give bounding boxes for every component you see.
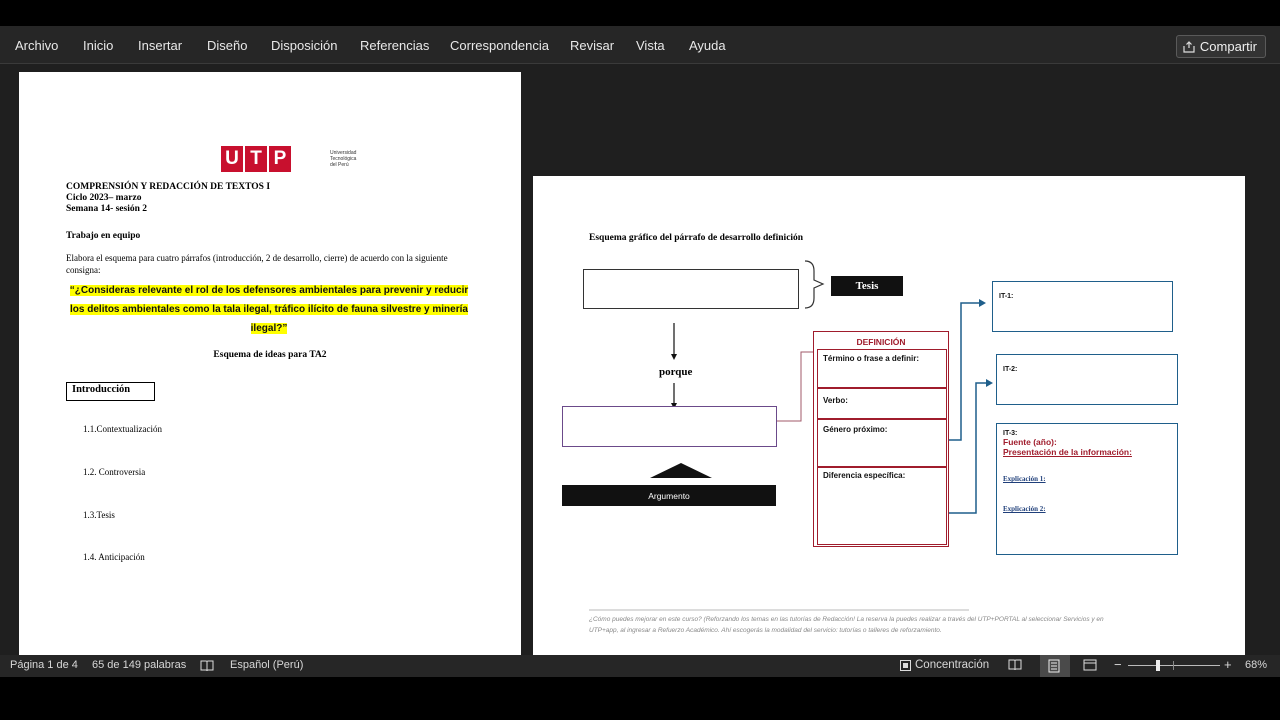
definition-row-label: Diferencia específica: [823, 471, 906, 480]
print-layout-button[interactable] [1040, 655, 1070, 677]
question-line: los delitos ambientales como la tala ile… [70, 304, 468, 315]
zoom-out-button[interactable]: − [1114, 657, 1122, 672]
page-count[interactable]: Página 1 de 4 [10, 659, 78, 671]
definition-row-label: Verbo: [823, 396, 848, 405]
menu-inicio[interactable]: Inicio [83, 38, 113, 53]
logo-letter-p: P [269, 146, 291, 172]
menu-ayuda[interactable]: Ayuda [689, 38, 726, 53]
it3-label: IT-3: [1003, 430, 1018, 437]
zoom-in-button[interactable]: + [1224, 657, 1232, 672]
ribbon-menu-bar: Archivo Inicio Insertar Diseño Disposici… [0, 26, 1280, 64]
course-cycle: Ciclo 2023– marzo [66, 193, 142, 203]
it2-label: IT-2: [1003, 366, 1018, 373]
presentacion-label: Presentación de la información: [1003, 447, 1132, 457]
outline-item: 1.2. Controversia [83, 467, 146, 477]
menu-correspondencia[interactable]: Correspondencia [450, 38, 549, 53]
document-page-2[interactable]: Esquema gráfico del párrafo de desarroll… [533, 176, 1245, 655]
document-page-1[interactable]: U T P Universidad Tecnológica del Perú C… [19, 72, 521, 655]
footnote-line: UTP+app, al ingresar a Refuerzo Académic… [589, 627, 942, 634]
argument-input-box[interactable] [562, 406, 777, 447]
intro-heading: Introducción [66, 382, 155, 401]
book-icon[interactable] [200, 659, 214, 672]
it2-box[interactable]: IT-2: [996, 354, 1178, 405]
work-label: Trabajo en equipo [66, 231, 141, 241]
menu-insertar[interactable]: Insertar [138, 38, 182, 53]
instruction-text: Elabora el esquema para cuatro párrafos … [66, 252, 476, 276]
instruction-line: Elabora el esquema para cuatro párrafos … [66, 253, 448, 263]
fuente-label: Fuente (año): [1003, 437, 1057, 447]
porque-label: porque [659, 366, 693, 378]
zoom-slider-center-tick [1173, 661, 1174, 670]
web-layout-icon[interactable] [1083, 658, 1097, 672]
it1-box[interactable]: IT-1: [992, 281, 1173, 332]
course-title: COMPRENSIÓN Y REDACCIÓN DE TEXTOS I [66, 182, 271, 192]
menu-archivo[interactable]: Archivo [15, 38, 58, 53]
definition-row[interactable]: Género próximo: [817, 419, 947, 467]
read-mode-icon[interactable] [1008, 658, 1022, 672]
definition-title: DEFINICIÓN [856, 337, 906, 347]
utp-logo: U T P Universidad Tecnológica del Perú [221, 146, 356, 172]
menu-vista[interactable]: Vista [636, 38, 665, 53]
argumento-label: Argumento [562, 485, 776, 506]
course-week: Semana 14- sesión 2 [66, 204, 148, 214]
share-button[interactable]: Compartir [1175, 35, 1266, 58]
explicacion-2-label: Explicación 2: [1003, 505, 1046, 513]
it1-label: IT-1: [999, 293, 1014, 300]
menu-revisar[interactable]: Revisar [570, 38, 614, 53]
logo-text-line: del Perú [330, 162, 349, 168]
zoom-slider-thumb[interactable] [1156, 660, 1160, 671]
question-line: “¿Consideras relevante el rol de los def… [69, 285, 469, 296]
logo-letter-u: U [221, 146, 243, 172]
definition-row[interactable]: Término o frase a definir: [817, 349, 947, 388]
menu-disposicion[interactable]: Disposición [271, 38, 337, 53]
instruction-line: consigna: [66, 265, 101, 275]
scheme-title: Esquema de ideas para TA2 [213, 350, 327, 360]
logo-letter-t: T [245, 146, 267, 172]
question-block: “¿Consideras relevante el rol de los def… [66, 280, 472, 337]
focus-mode-button[interactable]: Concentración [915, 659, 989, 671]
print-layout-icon [1048, 659, 1060, 673]
tesis-label: Tesis [831, 276, 903, 296]
question-line: ilegal?” [250, 323, 288, 334]
outline-item: 1.4. Anticipación [83, 552, 145, 562]
language-indicator[interactable]: Español (Perú) [230, 659, 303, 671]
footnote: ¿Cómo puedes mejorar en este curso? (Ref… [589, 614, 1189, 636]
definition-row-label: Género próximo: [823, 425, 888, 434]
definition-row[interactable]: Diferencia específica: [817, 467, 947, 545]
footnote-line: ¿Cómo puedes mejorar en este curso? (Ref… [589, 616, 1104, 623]
definition-row[interactable]: Verbo: [817, 388, 947, 419]
word-count[interactable]: 65 de 149 palabras [92, 659, 186, 671]
document-canvas: U T P Universidad Tecnológica del Perú C… [0, 64, 1280, 655]
share-label: Compartir [1199, 39, 1257, 54]
outline-item: 1.1.Contextualización [83, 424, 162, 434]
menu-diseno[interactable]: Diseño [207, 38, 247, 53]
zoom-slider-track[interactable] [1128, 665, 1220, 666]
menu-referencias[interactable]: Referencias [360, 38, 429, 53]
explicacion-1-label: Explicación 1: [1003, 475, 1046, 483]
zoom-level[interactable]: 68% [1245, 659, 1267, 671]
bottom-black-bar [0, 677, 1280, 720]
thesis-input-box[interactable] [583, 269, 799, 309]
definition-row-label: Término o frase a definir: [823, 354, 920, 363]
logo-text: Universidad Tecnológica del Perú [330, 150, 356, 168]
share-icon [1183, 40, 1195, 53]
course-header: COMPRENSIÓN Y REDACCIÓN DE TEXTOS I Cicl… [66, 182, 270, 215]
status-bar: Página 1 de 4 65 de 149 palabras Español… [0, 655, 1280, 677]
top-black-bar [0, 0, 1280, 26]
outline-item: 1.3.Tesis [83, 510, 115, 520]
focus-icon[interactable] [899, 659, 912, 672]
it3-box[interactable]: IT-3: Fuente (año): Presentación de la i… [996, 423, 1178, 555]
